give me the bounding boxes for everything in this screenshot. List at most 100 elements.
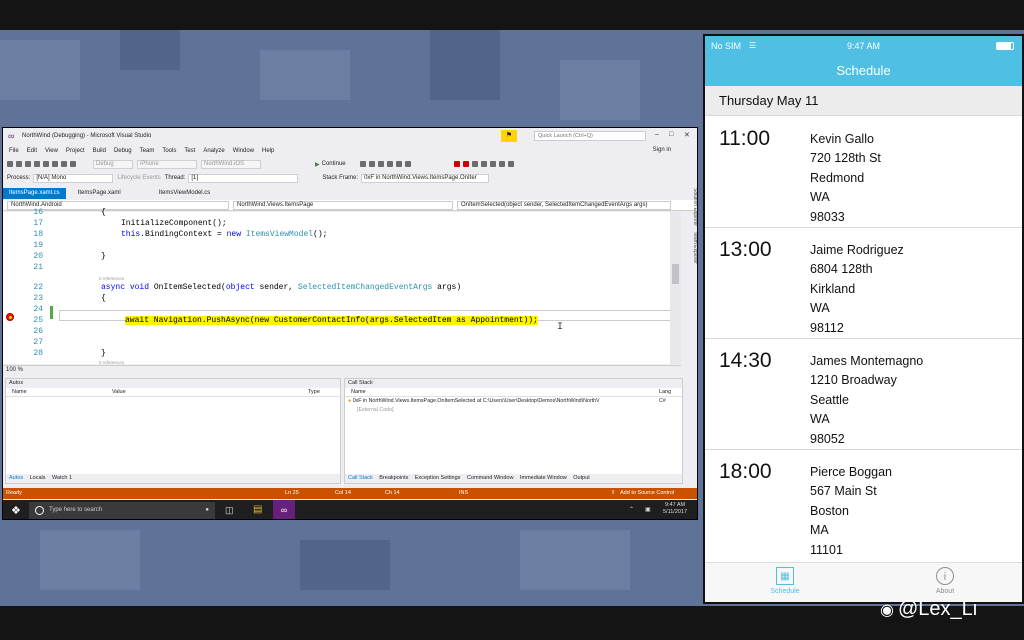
appointment-row[interactable]: 13:00 Jaime Rodriguez 6804 128th Kirklan… xyxy=(705,228,1022,339)
configuration-dropdown[interactable]: Debug xyxy=(93,159,133,169)
toolbar-icon[interactable] xyxy=(404,161,411,167)
step-into-icon[interactable] xyxy=(489,161,496,167)
save-all-icon[interactable] xyxy=(52,161,58,167)
feedback-icon[interactable]: ⚑ xyxy=(501,130,517,142)
tab-call-stack[interactable]: Call Stack xyxy=(348,475,373,481)
restart-icon[interactable] xyxy=(471,161,478,167)
lifecycle-events-dropdown[interactable]: Lifecycle Events xyxy=(117,175,160,181)
vertical-scrollbar[interactable] xyxy=(670,212,681,364)
status-ready: Ready xyxy=(6,490,22,496)
minimize-icon[interactable]: – xyxy=(655,131,659,138)
member-dropdown[interactable]: OnItemSelected(object sender, SelectedIt… xyxy=(457,201,671,210)
network-icon[interactable]: ▣ xyxy=(645,506,651,513)
tab-itemsviewmodel-cs[interactable]: ItemsViewModel.cs xyxy=(153,188,217,199)
menu-view[interactable]: View xyxy=(45,148,58,154)
tab-exception-settings[interactable]: Exception Settings xyxy=(415,475,461,481)
call-stack-row[interactable]: [External Code] xyxy=(345,406,682,415)
back-icon[interactable] xyxy=(7,161,13,167)
bg-tile xyxy=(0,40,80,100)
autos-header: Name Value Type xyxy=(6,388,340,397)
column-name[interactable]: Name xyxy=(12,389,27,395)
cortana-icon xyxy=(35,506,44,515)
menu-analyze[interactable]: Analyze xyxy=(203,148,224,154)
menu-window[interactable]: Window xyxy=(233,148,254,154)
step-out-icon[interactable] xyxy=(507,161,514,167)
scrollbar-thumb[interactable] xyxy=(672,264,679,284)
redo-icon[interactable] xyxy=(70,161,76,167)
tab-about[interactable]: i About xyxy=(905,567,985,595)
appointment-row[interactable]: 14:30 James Montemagno 1210 Broadway Sea… xyxy=(705,339,1022,450)
open-icon[interactable] xyxy=(34,161,40,167)
menu-debug[interactable]: Debug xyxy=(114,148,132,154)
menu-project[interactable]: Project xyxy=(66,148,85,154)
process-dropdown[interactable]: [N/A] Mono xyxy=(33,173,114,183)
tab-immediate-window[interactable]: Immediate Window xyxy=(520,475,567,481)
sign-in-link[interactable]: Sign in xyxy=(653,147,671,153)
taskbar-search-box[interactable]: Type here to search ● xyxy=(29,502,215,519)
tab-breakpoints[interactable]: Breakpoints xyxy=(379,475,408,481)
breakpoint-current-statement-icon[interactable] xyxy=(6,313,14,321)
toolbar-icon[interactable] xyxy=(395,161,402,167)
tab-locals[interactable]: Locals xyxy=(30,475,46,481)
class-dropdown[interactable]: NorthWind.Views.ItemsPage xyxy=(233,201,453,210)
continue-button[interactable]: Continue xyxy=(322,161,346,167)
tab-schedule[interactable]: ▦ Schedule xyxy=(745,567,825,595)
new-project-icon[interactable] xyxy=(25,161,31,167)
menu-test[interactable]: Test xyxy=(184,148,195,154)
code-line-28: } xyxy=(101,349,106,358)
toolbar-icon[interactable] xyxy=(368,161,375,167)
menu-build[interactable]: Build xyxy=(93,148,106,154)
stop-debugging-icon[interactable] xyxy=(453,161,460,167)
menu-help[interactable]: Help xyxy=(262,148,274,154)
toolbar-icon[interactable] xyxy=(359,161,366,167)
visual-studio-taskbar-icon[interactable]: ∞ xyxy=(273,500,295,519)
save-icon[interactable] xyxy=(43,161,49,167)
menu-file[interactable]: File xyxy=(9,148,19,154)
thread-dropdown[interactable]: [1] xyxy=(188,173,299,183)
tab-output[interactable]: Output xyxy=(573,475,590,481)
code-editor[interactable]: 16 17 18 19 20 21 22 23 24 25 26 27 28 {… xyxy=(3,208,681,365)
step-over-icon[interactable] xyxy=(498,161,505,167)
undo-icon[interactable] xyxy=(61,161,67,167)
toolbar-icon[interactable] xyxy=(377,161,384,167)
taskbar-clock[interactable]: 9:47 AM 5/11/2017 xyxy=(663,502,687,516)
windows-start-icon[interactable]: ❖ xyxy=(11,504,21,517)
tab-watch-1[interactable]: Watch 1 xyxy=(52,475,72,481)
file-explorer-icon[interactable]: ▤ xyxy=(253,504,262,515)
maximize-icon[interactable]: □ xyxy=(669,131,673,138)
startup-project-dropdown[interactable]: NorthWind.iOS xyxy=(201,159,261,169)
menu-tools[interactable]: Tools xyxy=(162,148,176,154)
solution-explorer-side-tab[interactable]: Solution Explorer Team Explorer xyxy=(684,188,697,308)
pause-icon[interactable] xyxy=(462,161,469,167)
appointment-row[interactable]: 11:00 Kevin Gallo 720 128th St Redmond W… xyxy=(705,117,1022,228)
appointment-time: 11:00 xyxy=(719,127,770,150)
task-view-icon[interactable]: ◫ xyxy=(225,505,234,516)
show-next-statement-icon[interactable] xyxy=(480,161,487,167)
menu-team[interactable]: Team xyxy=(140,148,155,154)
current-frame-icon: ● xyxy=(348,398,352,404)
column-lang[interactable]: Lang xyxy=(659,388,671,397)
device-dropdown[interactable]: iPhone xyxy=(137,159,197,169)
close-icon[interactable]: ✕ xyxy=(684,131,690,139)
tab-autos[interactable]: Autos xyxy=(9,475,23,481)
tab-itemspage-xaml[interactable]: ItemsPage.xaml xyxy=(72,188,127,199)
add-to-source-control-button[interactable]: Add to Source Control xyxy=(620,488,674,499)
column-value[interactable]: Value xyxy=(112,388,126,397)
stack-frame-dropdown[interactable]: 0xF in NorthWind.Views.ItemsPage.OnIter xyxy=(361,173,490,183)
column-name[interactable]: Name xyxy=(351,389,366,395)
microphone-icon[interactable]: ● xyxy=(205,502,209,519)
show-hidden-icons-icon[interactable]: ⌃ xyxy=(629,506,634,513)
column-type[interactable]: Type xyxy=(308,388,320,397)
continue-icon[interactable]: ▶ xyxy=(315,161,320,168)
toolbar-icon[interactable] xyxy=(386,161,393,167)
forward-icon[interactable] xyxy=(16,161,22,167)
code-lens[interactable]: 0 references xyxy=(99,276,124,281)
tab-itemspage-xaml-cs[interactable]: ItemsPage.xaml.cs xyxy=(3,188,66,199)
appointment-row[interactable]: 18:00 Pierce Boggan 567 Main St Boston M… xyxy=(705,450,1022,561)
zoom-level[interactable]: 100 % xyxy=(3,365,681,374)
quick-launch-input[interactable]: Quick Launch (Ctrl+Q) xyxy=(534,131,646,141)
call-stack-row[interactable]: ● 0xF in NorthWind.Views.ItemsPage.OnIte… xyxy=(345,397,682,406)
tab-command-window[interactable]: Command Window xyxy=(467,475,513,481)
menu-edit[interactable]: Edit xyxy=(27,148,37,154)
line-number: 28 xyxy=(33,349,43,358)
